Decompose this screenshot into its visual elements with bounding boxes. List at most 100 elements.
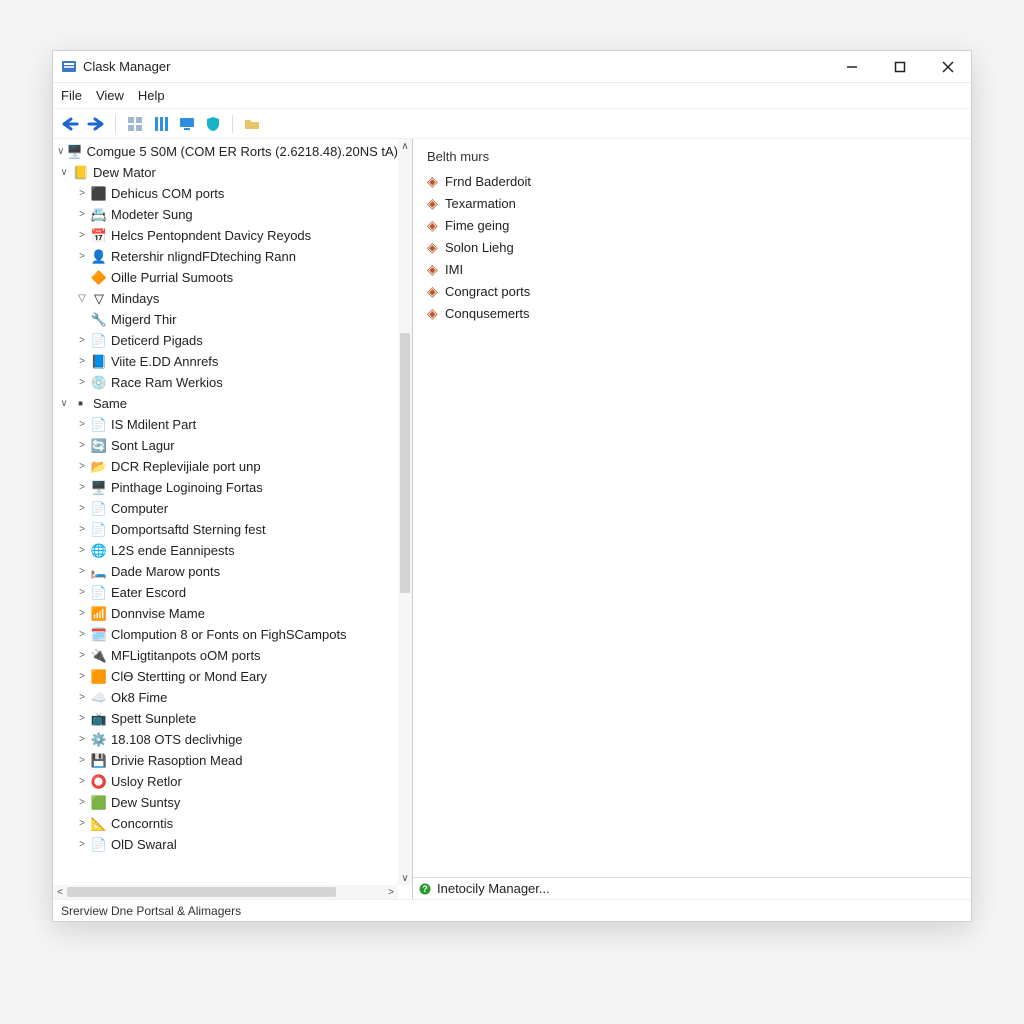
chevron-right-icon[interactable]: > <box>75 356 89 367</box>
tree-node-b-19[interactable]: >📐Concorntis <box>53 813 398 834</box>
minimize-button[interactable] <box>837 52 867 82</box>
tree-node-b-1[interactable]: >🔄Sont Lagur <box>53 435 398 456</box>
chevron-down-icon[interactable]: ∨ <box>57 167 71 178</box>
action-link-4[interactable]: ◈IMI <box>427 258 957 280</box>
chevron-right-icon[interactable]: > <box>75 209 89 220</box>
forward-button[interactable] <box>85 113 107 135</box>
chevron-right-icon[interactable]: > <box>75 671 89 682</box>
chevron-right-icon[interactable]: > <box>75 545 89 556</box>
tree-node-a-7[interactable]: >📄Deticerd Pigads <box>53 330 398 351</box>
tree-node-b-3[interactable]: >🖥️Pinthage Loginoing Fortas <box>53 477 398 498</box>
chevron-right-icon[interactable]: > <box>75 629 89 640</box>
tree-node-a-6[interactable]: 🔧Migerd Thir <box>53 309 398 330</box>
chevron-right-icon[interactable]: > <box>75 776 89 787</box>
horizontal-scrollbar[interactable]: < > <box>53 885 398 899</box>
toolbar-shield-button[interactable] <box>202 113 224 135</box>
chevron-down-icon[interactable]: ∨ <box>57 146 65 157</box>
chevron-right-icon[interactable]: > <box>75 503 89 514</box>
action-link-0[interactable]: ◈Frnd Baderdoit <box>427 170 957 192</box>
tree-node-a-8[interactable]: >📘Viite E.DD Annrefs <box>53 351 398 372</box>
toolbar-columns-button[interactable] <box>150 113 172 135</box>
tree-node-b-10[interactable]: >🗓️Clompution 8 or Fonts on FighSCampots <box>53 624 398 645</box>
chevron-right-icon[interactable]: > <box>75 440 89 451</box>
vertical-scroll-thumb[interactable] <box>400 333 410 593</box>
tree-node-b-7[interactable]: >🛏️Dade Marow ponts <box>53 561 398 582</box>
close-button[interactable] <box>933 52 963 82</box>
tree-node-a-0[interactable]: >⬛Dehicus COM ports <box>53 183 398 204</box>
chevron-right-icon[interactable]: > <box>75 839 89 850</box>
device-tree[interactable]: ∨🖥️Comgue 5 S0M (COM ER Rorts (2.6218.48… <box>53 139 398 885</box>
vertical-scrollbar[interactable]: ∧ ∨ <box>398 139 412 885</box>
chevron-icon[interactable]: ▽ <box>75 293 89 304</box>
node-label: Usloy Retlor <box>111 774 182 789</box>
horizontal-scroll-thumb[interactable] <box>67 887 336 897</box>
maximize-button[interactable] <box>885 52 915 82</box>
tree-node-b-18[interactable]: >🟩Dew Suntsy <box>53 792 398 813</box>
link-bullet-icon: ◈ <box>427 284 439 298</box>
action-link-1[interactable]: ◈Texarmation <box>427 192 957 214</box>
tree-node-a-3[interactable]: >👤Retershir nligndFDteching Rann <box>53 246 398 267</box>
node-icon: ⭕ <box>91 774 107 790</box>
chevron-right-icon[interactable]: > <box>75 566 89 577</box>
menu-view[interactable]: View <box>96 88 124 103</box>
tree-node-b-20[interactable]: >📄OlD Swaral <box>53 834 398 855</box>
tree-node-a-4[interactable]: 🔶Oille Purrial Sumoots <box>53 267 398 288</box>
chevron-right-icon[interactable]: > <box>75 587 89 598</box>
chevron-right-icon[interactable]: > <box>75 335 89 346</box>
back-button[interactable] <box>59 113 81 135</box>
tree-node-b-5[interactable]: >📄Domportsaftd Sterning fest <box>53 519 398 540</box>
tree-node-b-8[interactable]: >📄Eater Escord <box>53 582 398 603</box>
tree-node-a-9[interactable]: >💿Race Ram Werkios <box>53 372 398 393</box>
scroll-left-icon[interactable]: < <box>53 885 67 899</box>
toolbar-folder-button[interactable] <box>241 113 263 135</box>
chevron-right-icon[interactable]: > <box>75 797 89 808</box>
chevron-down-icon[interactable]: ∨ <box>57 398 71 409</box>
tree-node-a-2[interactable]: >📅Helcs Pentopndent Davicy Reyods <box>53 225 398 246</box>
chevron-right-icon[interactable]: > <box>75 755 89 766</box>
tree-node-b-13[interactable]: >☁️Ok8 Fime <box>53 687 398 708</box>
chevron-right-icon[interactable]: > <box>75 419 89 430</box>
chevron-right-icon[interactable]: > <box>75 713 89 724</box>
menu-file[interactable]: File <box>61 88 82 103</box>
tree-node-b-6[interactable]: >🌐L2S ende Eannipests <box>53 540 398 561</box>
scroll-right-icon[interactable]: > <box>384 885 398 899</box>
scroll-down-icon[interactable]: ∨ <box>398 871 412 885</box>
chevron-right-icon[interactable]: > <box>75 524 89 535</box>
tree-group-a[interactable]: ∨📒Dew Mator <box>53 162 398 183</box>
tree-node-b-16[interactable]: >💾Drivie Rasoption Mead <box>53 750 398 771</box>
tree-node-b-0[interactable]: >📄IS Mdilent Part <box>53 414 398 435</box>
action-link-3[interactable]: ◈Solon Liehg <box>427 236 957 258</box>
tree-node-a-1[interactable]: >📇Modeter Sung <box>53 204 398 225</box>
tree-root[interactable]: ∨🖥️Comgue 5 S0M (COM ER Rorts (2.6218.48… <box>53 141 398 162</box>
menu-help[interactable]: Help <box>138 88 165 103</box>
action-link-6[interactable]: ◈Conqusemerts <box>427 302 957 324</box>
chevron-right-icon[interactable]: > <box>75 650 89 661</box>
chevron-right-icon[interactable]: > <box>75 188 89 199</box>
chevron-right-icon[interactable]: > <box>75 608 89 619</box>
chevron-right-icon[interactable]: > <box>75 692 89 703</box>
chevron-right-icon[interactable]: > <box>75 251 89 262</box>
tree-node-b-2[interactable]: >📂DCR Replevijiale port unp <box>53 456 398 477</box>
scroll-up-icon[interactable]: ∧ <box>398 139 412 153</box>
chevron-right-icon[interactable]: > <box>75 230 89 241</box>
tree-node-b-15[interactable]: >⚙️18.108 OTS declivhige <box>53 729 398 750</box>
tree-node-b-12[interactable]: >🟧ClӨ Stertting or Mond Eary <box>53 666 398 687</box>
chevron-right-icon[interactable]: > <box>75 818 89 829</box>
toolbar-monitor-button[interactable] <box>176 113 198 135</box>
action-link-5[interactable]: ◈Congract ports <box>427 280 957 302</box>
tree-node-b-11[interactable]: >🔌MFLigtitanpots oOM ports <box>53 645 398 666</box>
tree-node-b-9[interactable]: >📶Donnvise Mame <box>53 603 398 624</box>
toolbar-tile-button[interactable] <box>124 113 146 135</box>
tree-pane: ∨🖥️Comgue 5 S0M (COM ER Rorts (2.6218.48… <box>53 139 413 899</box>
chevron-right-icon[interactable]: > <box>75 734 89 745</box>
tree-node-b-17[interactable]: >⭕ Usloy Retlor <box>53 771 398 792</box>
tree-group-b[interactable]: ∨▪️Same <box>53 393 398 414</box>
tree-node-a-5[interactable]: ▽▽Mindays <box>53 288 398 309</box>
chevron-right-icon[interactable]: > <box>75 377 89 388</box>
chevron-right-icon[interactable]: > <box>75 461 89 472</box>
action-link-2[interactable]: ◈Fime geing <box>427 214 957 236</box>
node-icon: 📄 <box>91 501 107 517</box>
tree-node-b-4[interactable]: >📄Computer <box>53 498 398 519</box>
chevron-right-icon[interactable]: > <box>75 482 89 493</box>
tree-node-b-14[interactable]: >📺Spett Sunplete <box>53 708 398 729</box>
